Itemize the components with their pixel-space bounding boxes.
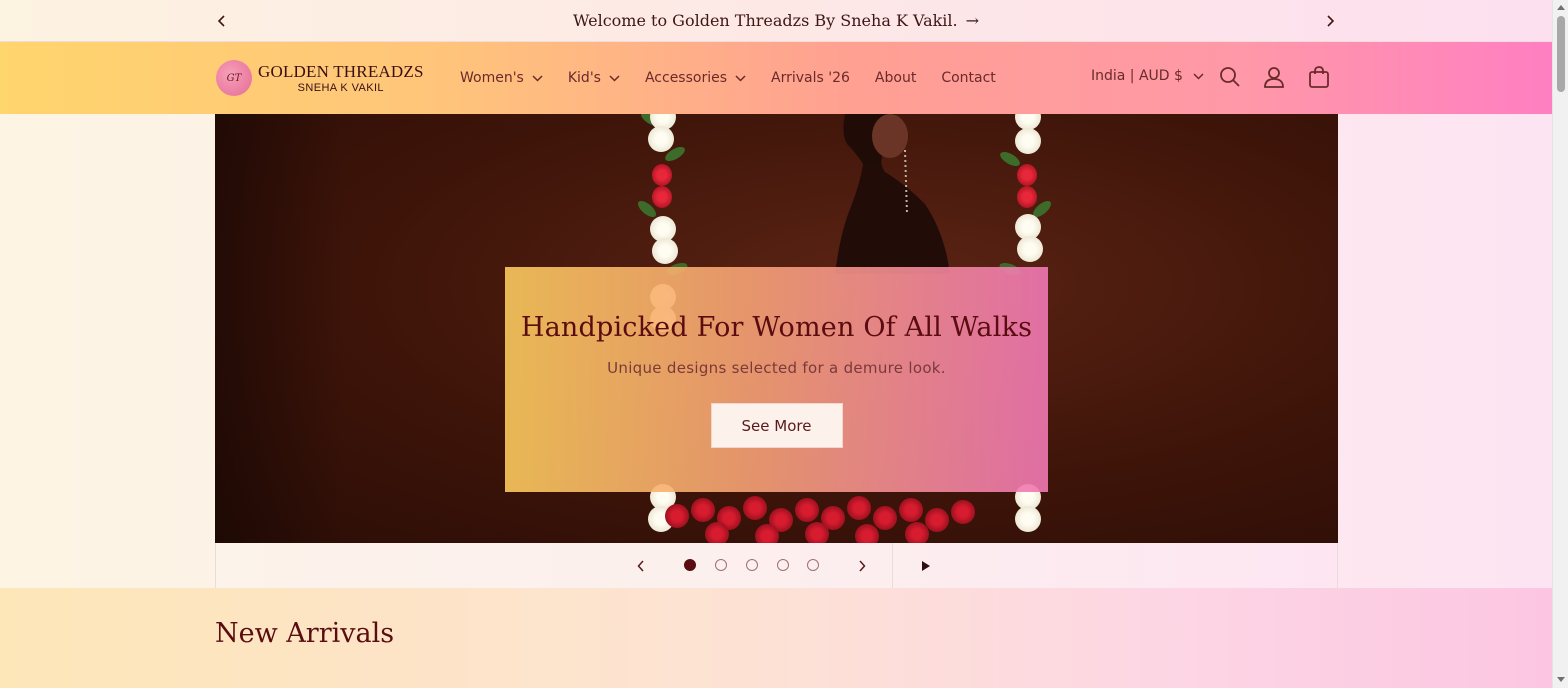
chevron-down-icon (532, 74, 543, 82)
nav-item-accessories[interactable]: Accessories (645, 70, 746, 86)
site-logo[interactable]: GT GOLDEN THREADZS SNEHA K VAKIL (216, 56, 426, 100)
country-currency-selector[interactable]: India | AUD $ (1091, 68, 1204, 84)
section-title: New Arrivals (215, 618, 395, 649)
announcement-bar: Welcome to Golden Threadzs By Sneha K Va… (0, 0, 1552, 42)
nav-label: Kid's (567, 70, 601, 86)
chevron-down-icon (735, 74, 746, 82)
play-icon (922, 561, 930, 571)
chevron-down-icon (1193, 72, 1204, 80)
scrollbar-thumb[interactable] (1557, 16, 1565, 92)
logo-mark: GT (216, 60, 252, 96)
next-icon (859, 560, 866, 572)
announcement-text: Welcome to Golden Threadzs By Sneha K Va… (572, 11, 958, 30)
chevron-down-icon (609, 74, 620, 82)
slide-prev-button[interactable] (630, 555, 652, 577)
locale-label: India | AUD $ (1091, 68, 1183, 84)
logo-line-2: SNEHA K VAKIL (297, 81, 384, 94)
page-scrollbar[interactable] (1552, 0, 1568, 688)
hero-title: Handpicked For Women Of All Walks (520, 312, 1033, 343)
slide-dot-2[interactable] (715, 559, 727, 571)
hero-banner: Handpicked For Women Of All Walks Unique… (215, 114, 1338, 543)
main-nav: Women's Kid's Accessories Arrivals '26 A… (460, 42, 1021, 114)
roses-decoration (615, 484, 1035, 543)
chevron-right-icon (1327, 15, 1335, 27)
nav-item-arrivals[interactable]: Arrivals '26 (771, 70, 850, 86)
cart-icon (1309, 66, 1329, 88)
chevron-left-icon (217, 15, 225, 27)
announcement-next-button[interactable] (1320, 11, 1340, 31)
hero-shadow (215, 114, 345, 543)
search-button[interactable] (1217, 64, 1243, 90)
account-button[interactable] (1261, 64, 1287, 90)
account-icon (1264, 67, 1284, 88)
logo-wordmark: GOLDEN THREADZS SNEHA K VAKIL (258, 63, 424, 94)
nav-label: Contact (941, 70, 996, 86)
nav-label: Accessories (644, 70, 728, 86)
slide-dot-3[interactable] (746, 559, 758, 571)
hero-subtitle: Unique designs selected for a demure loo… (607, 359, 946, 377)
scroll-down-icon[interactable] (1557, 677, 1565, 682)
search-icon (1220, 67, 1240, 87)
arrow-right-icon: → (965, 11, 980, 30)
slide-dot-5[interactable] (807, 559, 819, 571)
cart-button[interactable] (1306, 64, 1332, 90)
logo-monogram: GT (226, 72, 242, 84)
hero-content-box: Handpicked For Women Of All Walks Unique… (505, 267, 1048, 492)
nav-label: About (874, 70, 917, 86)
slide-dot-4[interactable] (777, 559, 789, 571)
announcement-prev-button[interactable] (212, 11, 232, 31)
nav-label: Women's (460, 70, 524, 86)
nav-item-kids[interactable]: Kid's (568, 70, 620, 86)
site-header: GT GOLDEN THREADZS SNEHA K VAKIL Women's… (0, 42, 1552, 114)
slide-play-button[interactable] (915, 555, 937, 577)
prev-icon (637, 560, 644, 572)
logo-line-1: GOLDEN THREADZS (258, 61, 424, 81)
nav-item-contact[interactable]: Contact (941, 70, 995, 86)
nav-item-womens[interactable]: Women's (460, 70, 543, 86)
new-arrivals-section: New Arrivals (0, 588, 1552, 688)
see-more-button[interactable]: See More (710, 403, 843, 448)
scroll-up-icon[interactable] (1557, 5, 1565, 10)
announcement-link[interactable]: Welcome to Golden Threadzs By Sneha K Va… (573, 11, 979, 30)
slide-next-button[interactable] (851, 555, 873, 577)
model-silhouette (835, 114, 950, 274)
controls-divider (892, 543, 893, 588)
slider-controls (215, 543, 1338, 588)
slide-dot-1[interactable] (684, 559, 696, 571)
nav-item-about[interactable]: About (875, 70, 916, 86)
nav-label: Arrivals '26 (771, 70, 850, 86)
